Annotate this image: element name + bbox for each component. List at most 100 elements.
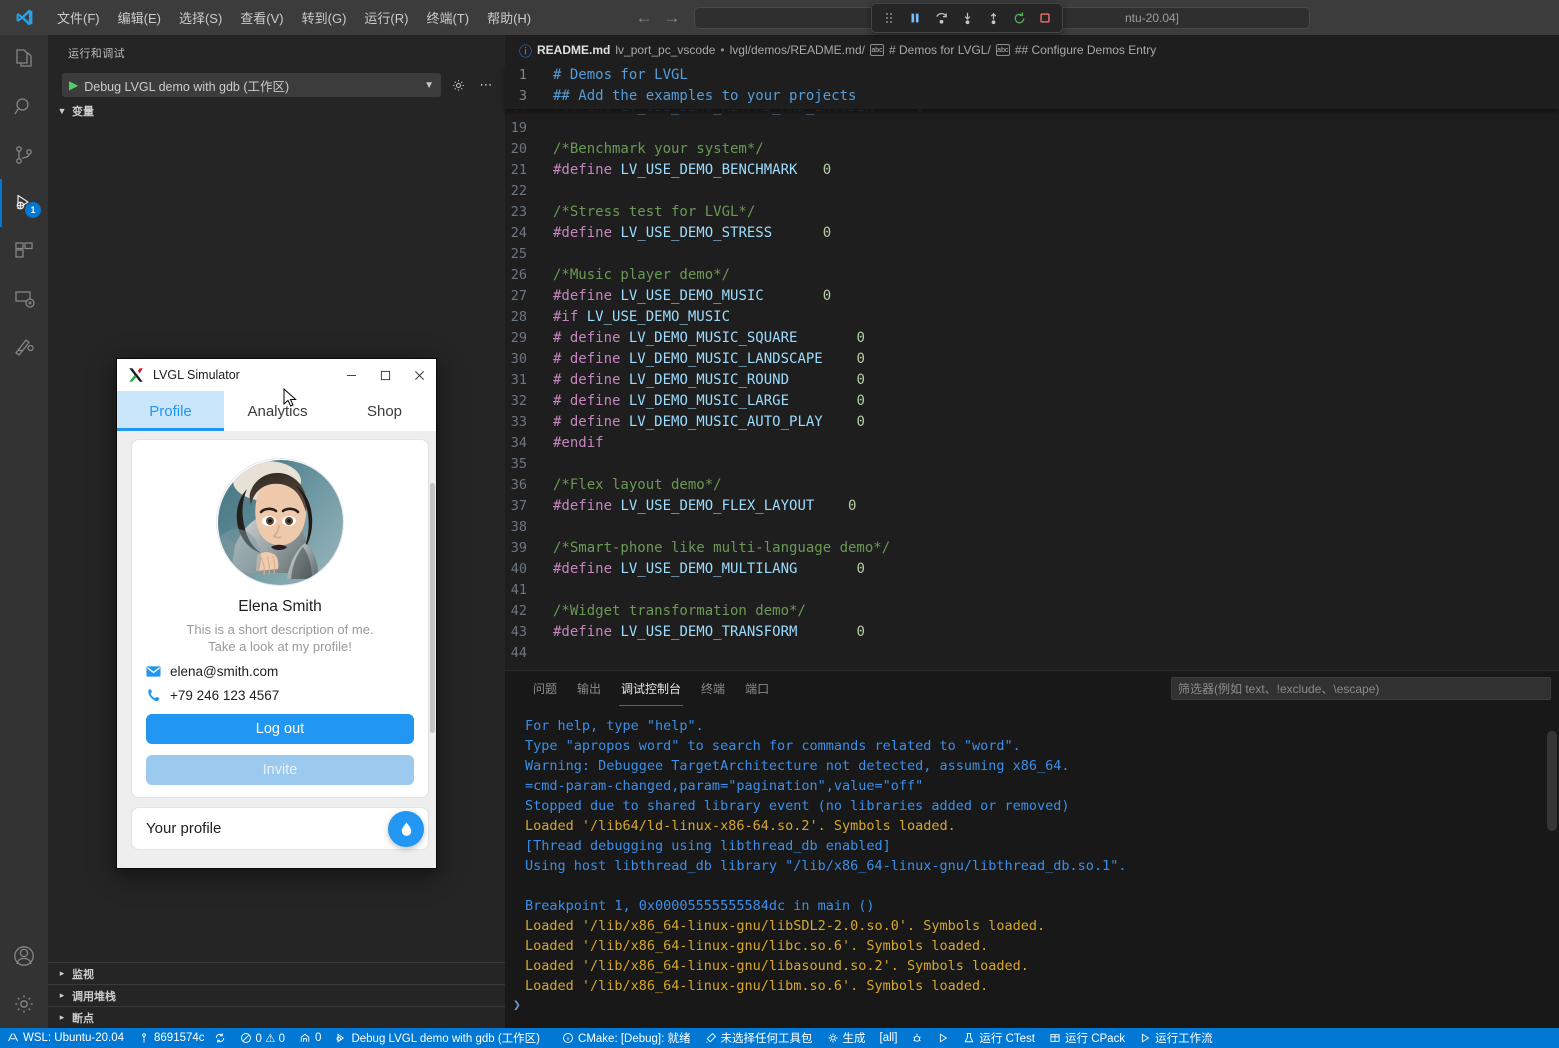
back-icon[interactable]: ← xyxy=(630,4,658,32)
tab-analytics[interactable]: Analytics xyxy=(224,391,331,431)
console-scrollbar[interactable] xyxy=(1547,731,1557,831)
status-cmake-build[interactable]: 生成 xyxy=(820,1028,873,1048)
sidebar-item-explorer[interactable] xyxy=(0,35,48,83)
menu-file[interactable]: 文件(F) xyxy=(48,5,109,30)
sidebar-item-search[interactable] xyxy=(0,83,48,131)
tab-terminal[interactable]: 终端 xyxy=(691,671,735,706)
section-breakpoints[interactable]: ▸ 断点 xyxy=(48,1006,505,1028)
code-line[interactable]: 31 # define LV_DEMO_MUSIC_ROUND 0 xyxy=(505,370,1559,391)
code-line[interactable]: 27 #define LV_USE_DEMO_MUSIC 0 xyxy=(505,286,1559,307)
code-line[interactable]: 41 xyxy=(505,580,1559,601)
sidebar-item-run-and-debug[interactable]: 1 xyxy=(0,179,48,227)
code-line[interactable]: 28 #if LV_USE_DEMO_MUSIC xyxy=(505,307,1559,328)
debug-settings-gear-icon[interactable] xyxy=(447,74,469,96)
step-into-button[interactable] xyxy=(955,6,979,30)
sidebar-item-testing[interactable] xyxy=(0,323,48,371)
code-line[interactable]: 42 /*Widget transformation demo*/ xyxy=(505,601,1559,622)
status-run-ctest[interactable]: 运行 CTest xyxy=(956,1028,1042,1048)
code-line[interactable]: 20 /*Benchmark your system*/ xyxy=(505,139,1559,160)
code-line[interactable]: 24 #define LV_USE_DEMO_STRESS 0 xyxy=(505,223,1559,244)
status-run-workflow[interactable]: 运行工作流 xyxy=(1132,1028,1220,1048)
menu-edit[interactable]: 编辑(E) xyxy=(109,5,170,30)
status-cmake[interactable]: CMake: [Debug]: 就绪 xyxy=(555,1028,697,1048)
status-run-cpack[interactable]: 运行 CPack xyxy=(1042,1028,1132,1048)
sticky-line[interactable]: 3 ## Add the examples to your projects xyxy=(505,86,1559,107)
menu-help[interactable]: 帮助(H) xyxy=(478,5,540,30)
more-actions-ellipsis-icon[interactable]: ⋯ xyxy=(475,74,497,96)
chevron-down-icon[interactable]: ▼ xyxy=(424,80,434,91)
code-line[interactable]: 36 /*Flex layout demo*/ xyxy=(505,475,1559,496)
code-line[interactable]: 43 #define LV_USE_DEMO_TRANSFORM 0 xyxy=(505,622,1559,643)
menu-go[interactable]: 转到(G) xyxy=(293,5,356,30)
debug-toolbar[interactable] xyxy=(871,3,1063,33)
status-cmake-launch[interactable] xyxy=(930,1028,956,1048)
restart-button[interactable] xyxy=(1007,6,1031,30)
account-icon[interactable] xyxy=(0,932,48,980)
status-cmake-kit[interactable]: 未选择任何工具包 xyxy=(698,1028,820,1048)
breadcrumb-symbol-1[interactable]: # Demos for LVGL/ xyxy=(889,43,991,57)
tab-debug-console[interactable]: 调试控制台 xyxy=(611,671,691,706)
email-row[interactable]: elena@smith.com xyxy=(146,664,414,679)
gear-icon[interactable] xyxy=(0,980,48,1028)
step-over-button[interactable] xyxy=(929,6,953,30)
stop-button[interactable] xyxy=(1033,6,1057,30)
droplet-icon[interactable] xyxy=(388,811,424,847)
debug-console-input[interactable]: ❯ xyxy=(505,994,1559,1016)
menu-selection[interactable]: 选择(S) xyxy=(170,5,231,30)
tab-problems[interactable]: 问题 xyxy=(523,671,567,706)
code-line[interactable]: 34 #endif xyxy=(505,433,1559,454)
simulator-scrollbar[interactable] xyxy=(430,483,435,733)
forward-icon[interactable]: → xyxy=(658,4,686,32)
console-filter-input[interactable]: 筛选器(例如 text、!exclude、\escape) xyxy=(1171,677,1551,700)
menu-view[interactable]: 查看(V) xyxy=(231,5,292,30)
code-line[interactable]: 30 # define LV_DEMO_MUSIC_LANDSCAPE 0 xyxy=(505,349,1559,370)
status-remote-window[interactable]: WSL: Ubuntu-20.04 xyxy=(0,1028,131,1048)
breadcrumb-file[interactable]: README.md xyxy=(537,43,610,57)
section-watch[interactable]: ▸ 监视 xyxy=(48,962,505,984)
code-line[interactable]: 29 # define LV_DEMO_MUSIC_SQUARE 0 xyxy=(505,328,1559,349)
code-line[interactable]: 44 xyxy=(505,643,1559,664)
tab-profile[interactable]: Profile xyxy=(117,391,224,431)
breadcrumb-project[interactable]: lv_port_pc_vscode xyxy=(615,43,715,57)
lvgl-simulator-window[interactable]: LVGL Simulator Profile Analytics Shop El… xyxy=(116,358,437,869)
menu-terminal[interactable]: 终端(T) xyxy=(417,5,478,30)
section-variables[interactable]: ▼ 变量 xyxy=(48,100,505,122)
launch-config-select[interactable]: ▶ Debug LVGL demo with gdb (工作区) ▼ xyxy=(62,73,441,97)
code-line[interactable]: 40 #define LV_USE_DEMO_MULTILANG 0 xyxy=(505,559,1559,580)
status-cmake-target[interactable]: [all] xyxy=(873,1028,905,1048)
code-line[interactable]: 22 xyxy=(505,181,1559,202)
code-line[interactable]: 18#define LV_USE_DEMO_KEYPAD_AND_ENCODER… xyxy=(505,109,1559,118)
code-line[interactable]: 19 xyxy=(505,118,1559,139)
sticky-line[interactable]: 1 # Demos for LVGL xyxy=(505,65,1559,86)
menu-run[interactable]: 运行(R) xyxy=(355,5,417,30)
status-cmake-debug[interactable] xyxy=(904,1028,930,1048)
sidebar-item-source-control[interactable] xyxy=(0,131,48,179)
status-problems[interactable]: 0 ⚠ 0 xyxy=(233,1028,293,1048)
step-out-button[interactable] xyxy=(981,6,1005,30)
sidebar-item-remote-explorer[interactable] xyxy=(0,275,48,323)
phone-row[interactable]: +79 246 123 4567 xyxy=(146,688,414,703)
code-line[interactable]: 26 /*Music player demo*/ xyxy=(505,265,1559,286)
code-line[interactable]: 25 xyxy=(505,244,1559,265)
sidebar-item-extensions[interactable] xyxy=(0,227,48,275)
code-line[interactable]: 35 xyxy=(505,454,1559,475)
breadcrumb-path[interactable]: lvgl/demos/README.md/ xyxy=(730,43,865,57)
tab-output[interactable]: 输出 xyxy=(567,671,611,706)
status-ports[interactable]: 0 xyxy=(292,1028,328,1048)
debug-console-output[interactable]: For help, type "help". Type "apropos word… xyxy=(505,706,1559,994)
close-icon[interactable] xyxy=(402,359,436,391)
tab-ports[interactable]: 端口 xyxy=(735,671,779,706)
maximize-icon[interactable] xyxy=(368,359,402,391)
profile-tab-content[interactable]: Elena Smith This is a short description … xyxy=(117,431,436,868)
section-call-stack[interactable]: ▸ 调用堆栈 xyxy=(48,984,505,1006)
code-line[interactable]: 32 # define LV_DEMO_MUSIC_LARGE 0 xyxy=(505,391,1559,412)
status-debug-config[interactable]: Debug LVGL demo with gdb (工作区) xyxy=(328,1028,547,1048)
logout-button[interactable]: Log out xyxy=(146,714,414,744)
tab-shop[interactable]: Shop xyxy=(331,391,436,431)
code-line[interactable]: 39 /*Smart-phone like multi-language demo… xyxy=(505,538,1559,559)
code-area[interactable]: 18#define LV_USE_DEMO_KEYPAD_AND_ENCODER… xyxy=(505,109,1559,674)
code-line[interactable]: 38 xyxy=(505,517,1559,538)
minimize-icon[interactable] xyxy=(334,359,368,391)
simulator-canvas[interactable]: Profile Analytics Shop Elena Smith This … xyxy=(117,391,436,868)
code-line[interactable]: 37 #define LV_USE_DEMO_FLEX_LAYOUT 0 xyxy=(505,496,1559,517)
